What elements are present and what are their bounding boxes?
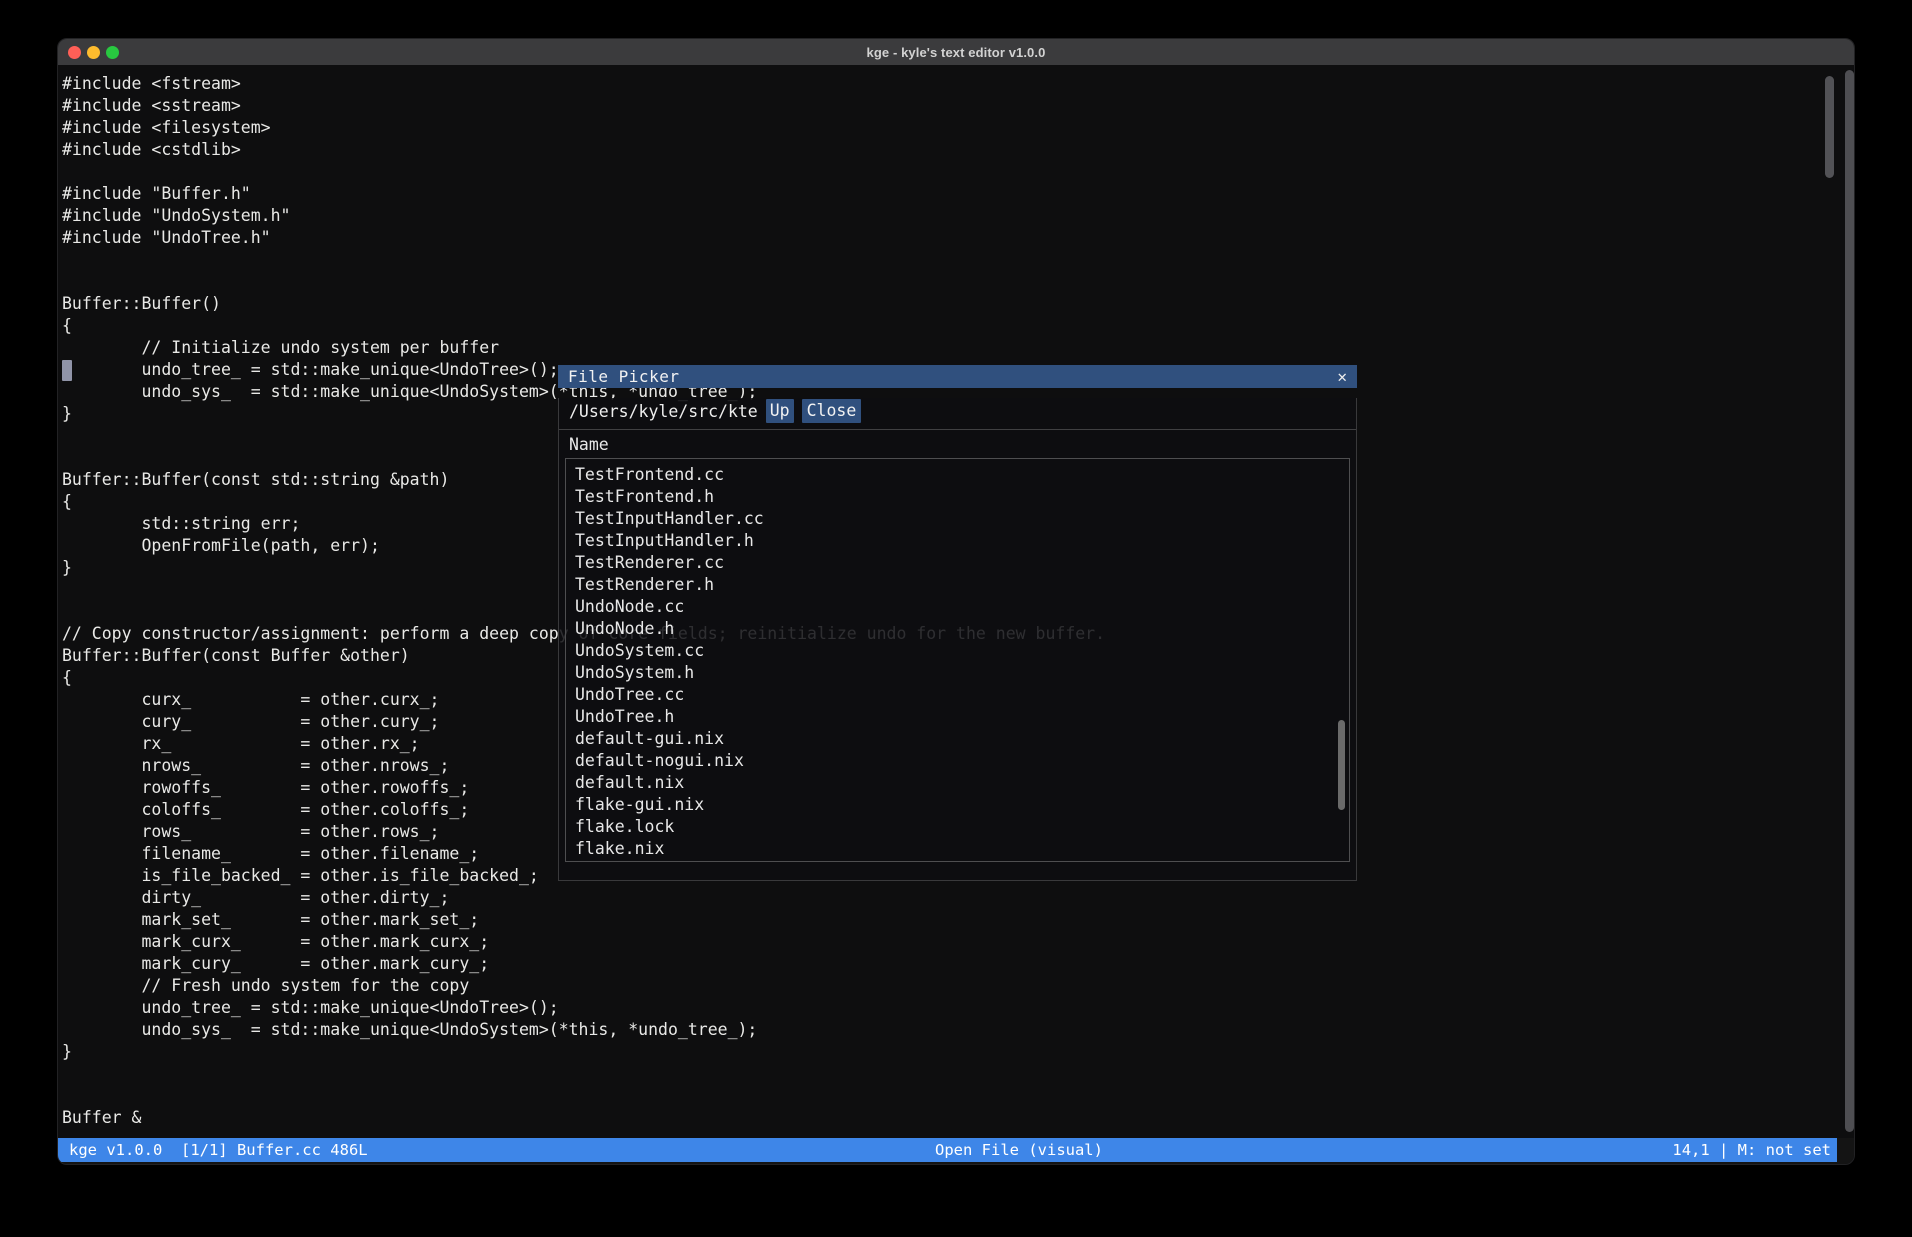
file-picker-title: File Picker [568, 367, 679, 386]
editor-window: kge - kyle's text editor v1.0.0 #include… [57, 38, 1855, 1165]
file-item[interactable]: TestFrontend.cc [575, 464, 1349, 486]
status-left: kge v1.0.0 [1/1] Buffer.cc 486L [69, 1141, 368, 1159]
status-mode: Open File (visual) [935, 1138, 1103, 1162]
window-bottom-edge [58, 1162, 1854, 1165]
file-item[interactable]: flake-gui.nix [575, 794, 1349, 816]
name-column-header: Name [565, 435, 1350, 453]
text-cursor [62, 360, 72, 381]
file-list-scrollbar-thumb[interactable] [1338, 720, 1345, 810]
status-bar: kge v1.0.0 [1/1] Buffer.cc 486L 14,1 | M… [58, 1138, 1854, 1162]
file-picker-header[interactable]: File Picker ✕ [558, 365, 1357, 388]
file-item[interactable]: TestFrontend.h [575, 486, 1349, 508]
status-bar-gap [1837, 1138, 1854, 1162]
window-scrollbar-track[interactable] [1845, 70, 1854, 1132]
file-item[interactable]: UndoNode.cc [575, 596, 1349, 618]
status-right: 14,1 | M: not set [1672, 1141, 1831, 1159]
file-item[interactable]: UndoTree.cc [575, 684, 1349, 706]
path-row: /Users/kyle/src/kte Up Close [565, 398, 1350, 424]
status-bar-blue: kge v1.0.0 [1/1] Buffer.cc 486L 14,1 | M… [58, 1138, 1837, 1162]
file-picker-body: /Users/kyle/src/kte Up Close Name TestFr… [558, 398, 1357, 881]
file-item[interactable]: TestRenderer.cc [575, 552, 1349, 574]
window-title: kge - kyle's text editor v1.0.0 [58, 45, 1854, 60]
title-bar: kge - kyle's text editor v1.0.0 [58, 39, 1854, 65]
up-button[interactable]: Up [766, 399, 794, 423]
file-picker-dialog: File Picker ✕ /Users/kyle/src/kte Up Clo… [558, 365, 1357, 871]
close-button[interactable]: Close [802, 399, 862, 423]
file-item[interactable]: flake.nix [575, 838, 1349, 860]
divider [559, 429, 1356, 430]
file-item[interactable]: UndoNode.h [575, 618, 1349, 640]
file-item[interactable]: TestInputHandler.cc [575, 508, 1349, 530]
file-item[interactable]: TestRenderer.h [575, 574, 1349, 596]
editor-area: #include <fstream> #include <sstream> #i… [58, 65, 1854, 1138]
file-item[interactable]: default-nogui.nix [575, 750, 1349, 772]
file-item[interactable]: TestInputHandler.h [575, 530, 1349, 552]
file-item[interactable]: UndoSystem.cc [575, 640, 1349, 662]
file-item[interactable]: default.nix [575, 772, 1349, 794]
file-item[interactable]: UndoSystem.h [575, 662, 1349, 684]
file-item[interactable]: flake.lock [575, 816, 1349, 838]
file-item[interactable]: UndoTree.h [575, 706, 1349, 728]
editor-scrollbar-thumb[interactable] [1825, 76, 1834, 178]
close-icon[interactable]: ✕ [1337, 369, 1347, 385]
file-item[interactable]: default-gui.nix [575, 728, 1349, 750]
file-list[interactable]: TestFrontend.ccTestFrontend.hTestInputHa… [565, 458, 1350, 862]
current-path: /Users/kyle/src/kte [569, 402, 758, 421]
